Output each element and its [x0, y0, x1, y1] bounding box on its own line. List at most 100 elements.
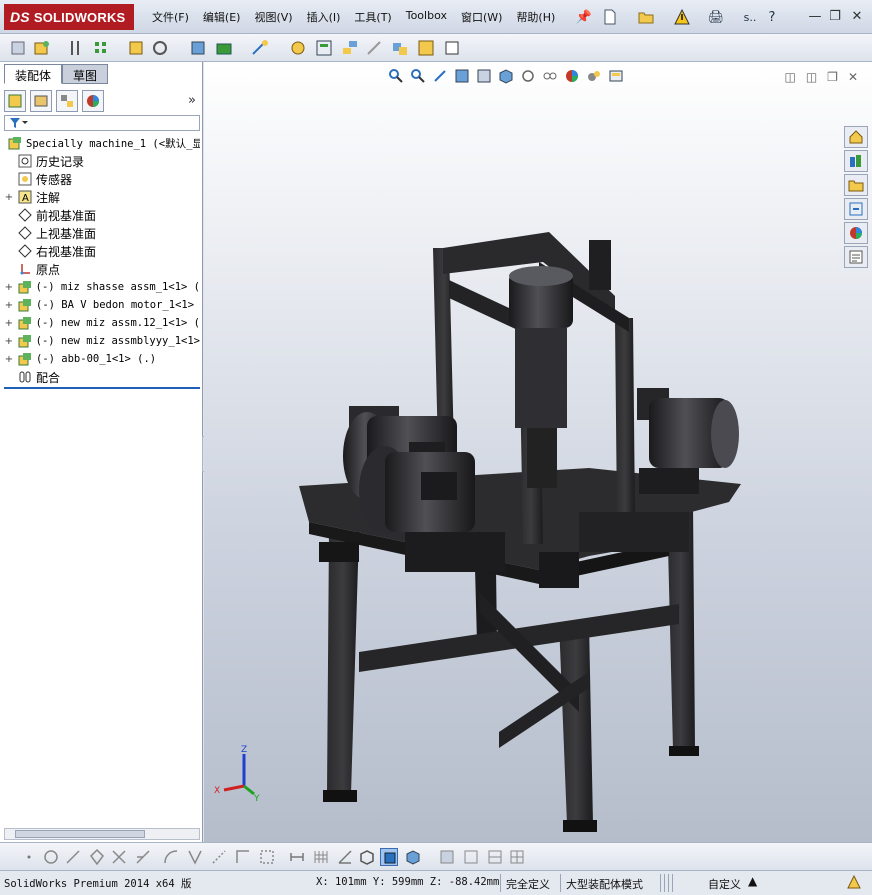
section-view-icon[interactable]: [454, 68, 470, 84]
bill-of-materials-icon[interactable]: [314, 38, 334, 58]
circle-icon[interactable]: [42, 848, 60, 866]
design-library-icon[interactable]: [844, 150, 868, 172]
apply-scene-icon[interactable]: [586, 68, 602, 84]
previous-view-icon[interactable]: [432, 68, 448, 84]
copy-component-icon[interactable]: [462, 848, 480, 866]
solidworks-logo[interactable]: DS SOLIDWORKS: [4, 4, 134, 30]
edit-appearance-icon[interactable]: [564, 68, 580, 84]
clearance-verification-icon[interactable]: [416, 38, 436, 58]
minimize-icon[interactable]: —: [806, 8, 824, 26]
tree-item-front-plane[interactable]: 前视基准面: [4, 206, 200, 224]
new-motion-study-icon[interactable]: [288, 38, 308, 58]
home-icon[interactable]: [844, 126, 868, 148]
exploded-view-icon[interactable]: [340, 38, 360, 58]
offset-icon[interactable]: [162, 848, 180, 866]
mirror-icon[interactable]: [186, 848, 204, 866]
warning-icon[interactable]: [672, 7, 692, 27]
grid-icon[interactable]: [312, 848, 330, 866]
polygon-icon[interactable]: [88, 848, 106, 866]
tree-item-top-plane[interactable]: 上视基准面: [4, 224, 200, 242]
menu-toolbox[interactable]: Toolbox: [400, 6, 453, 28]
expand-icon[interactable]: +: [4, 300, 14, 311]
component-layer-icon[interactable]: [438, 848, 456, 866]
graphics-area[interactable]: ◫ ◫ ❐ ✕ Z X Y: [204, 62, 872, 842]
menu-view[interactable]: 视图(V): [248, 6, 298, 28]
show-hidden-icon[interactable]: [188, 38, 208, 58]
tree-item-origin[interactable]: 原点: [4, 260, 200, 278]
feature-tree-icon[interactable]: [4, 90, 26, 112]
component-icon[interactable]: [8, 38, 28, 58]
tree-item-subassembly[interactable]: + (-) BA V bedon motor_1<1>: [4, 296, 200, 314]
line-icon[interactable]: [64, 848, 82, 866]
expand-icon[interactable]: +: [4, 354, 14, 365]
trim-icon[interactable]: [110, 848, 128, 866]
display-style-icon[interactable]: [520, 68, 536, 84]
hide-show-items-icon[interactable]: [542, 68, 558, 84]
tree-item-annotations[interactable]: + A 注解: [4, 188, 200, 206]
view-orientation-icon[interactable]: [498, 68, 514, 84]
tree-item-history[interactable]: 历史记录: [4, 152, 200, 170]
close-icon[interactable]: ✕: [848, 70, 858, 84]
configuration-manager-icon[interactable]: [56, 90, 78, 112]
tree-item-subassembly[interactable]: + (-) miz shasse assm_1<1> (: [4, 278, 200, 296]
angle-icon[interactable]: [336, 848, 354, 866]
menu-help[interactable]: 帮助(H): [510, 6, 561, 28]
extend-icon[interactable]: [134, 848, 152, 866]
split-view-icon[interactable]: [486, 848, 504, 866]
tree-item-sensors[interactable]: 传感器: [4, 170, 200, 188]
zoom-to-area-icon[interactable]: [410, 68, 426, 84]
pin-icon[interactable]: 📌: [574, 7, 594, 27]
menu-window[interactable]: 窗口(W): [455, 6, 508, 28]
menu-edit[interactable]: 编辑(E): [197, 6, 247, 28]
zoom-to-fit-icon[interactable]: [388, 68, 404, 84]
smart-dimension-icon[interactable]: [288, 848, 306, 866]
smart-fastener-icon[interactable]: [126, 38, 146, 58]
tree-item-mates[interactable]: 配合: [4, 368, 200, 386]
corner-icon[interactable]: [234, 848, 252, 866]
tab-assembly[interactable]: 装配体: [4, 64, 63, 84]
point-icon[interactable]: [20, 848, 38, 866]
open-folder-icon[interactable]: [636, 7, 656, 27]
menu-insert[interactable]: 插入(I): [301, 6, 347, 28]
tab-sketch[interactable]: 草图: [62, 64, 109, 84]
help-icon[interactable]: ?: [762, 7, 782, 27]
machine-assembly-model[interactable]: [289, 172, 749, 842]
interference-detection-icon[interactable]: [390, 38, 410, 58]
units-status[interactable]: 自定义: [708, 876, 741, 892]
menu-file[interactable]: 文件(F): [146, 6, 195, 28]
close-icon[interactable]: ✕: [848, 8, 866, 26]
restore-icon[interactable]: ❐: [826, 8, 844, 26]
restore-icon[interactable]: ❐: [827, 70, 838, 84]
search-label[interactable]: s..: [740, 7, 760, 27]
mate-icon[interactable]: [66, 38, 86, 58]
construction-line-icon[interactable]: [210, 848, 228, 866]
assembly-features-icon[interactable]: [214, 38, 234, 58]
instant3d-icon[interactable]: [442, 38, 462, 58]
menu-tools[interactable]: 工具(T): [348, 6, 397, 28]
appearances-icon[interactable]: [844, 222, 868, 244]
scrollbar-thumb[interactable]: [15, 830, 145, 838]
print-icon[interactable]: 🖨: [706, 7, 726, 27]
display-manager-icon[interactable]: [82, 90, 104, 112]
cube-icon[interactable]: [358, 848, 376, 866]
tree-filter-input[interactable]: [4, 115, 200, 131]
custom-properties-icon[interactable]: [844, 246, 868, 268]
horizontal-scrollbar[interactable]: [4, 828, 200, 840]
tree-item-subassembly[interactable]: + (-) new miz assmblyyy_1<1>: [4, 332, 200, 350]
file-explorer-icon[interactable]: [844, 174, 868, 196]
tree-item-subassembly[interactable]: + (-) abb-00_1<1> (.): [4, 350, 200, 368]
expand-icon[interactable]: +: [4, 282, 14, 293]
tile-icon[interactable]: ◫: [784, 70, 795, 84]
move-component-icon[interactable]: [150, 38, 170, 58]
expand-icon[interactable]: +: [4, 192, 14, 203]
expand-icon[interactable]: +: [4, 318, 14, 329]
view-palette-icon[interactable]: [844, 198, 868, 220]
units-dropdown-chevron-icon[interactable]: ▲: [748, 874, 757, 888]
table-view-icon[interactable]: [508, 848, 526, 866]
panel-expand-chevron-icon[interactable]: »: [188, 93, 196, 108]
tree-root[interactable]: Specially machine_1 (<默认_显: [4, 134, 200, 152]
display-mode-icon[interactable]: [404, 848, 422, 866]
tree-item-subassembly[interactable]: + (-) new miz assm.12_1<1> (: [4, 314, 200, 332]
view-settings-icon[interactable]: [608, 68, 624, 84]
property-manager-icon[interactable]: [30, 90, 52, 112]
